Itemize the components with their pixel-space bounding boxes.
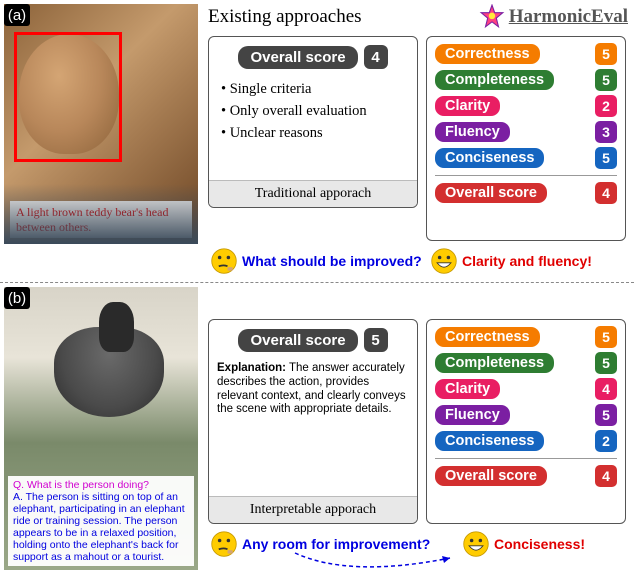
qa-box: Q. What is the person doing? A. The pers… <box>8 476 194 566</box>
criterion-row: Correctness 5 <box>435 326 617 348</box>
criterion-row: Clarity 4 <box>435 378 617 400</box>
panel-tag-b: (b) <box>4 287 30 309</box>
answer-text-a: Clarity and fluency! <box>462 253 592 269</box>
criterion-score: 5 <box>595 69 617 91</box>
bullet-item: Only overall evaluation <box>221 101 405 123</box>
question-text-a: What should be improved? <box>242 253 422 269</box>
criterion-row: Completeness 5 <box>435 352 617 374</box>
bullet-list: Single criteria Only overall evaluation … <box>209 75 417 148</box>
criterion-score: 2 <box>595 95 617 117</box>
criterion-score: 5 <box>595 404 617 426</box>
criterion-label: Correctness <box>435 44 540 64</box>
overall-score: 4 <box>595 182 617 204</box>
interpretable-card: Overall score 5 Explanation: The answer … <box>208 319 418 524</box>
answer-text-b: Conciseness! <box>494 536 585 552</box>
answer-row-a: Clarity and fluency! <box>430 247 592 275</box>
overall-row: Overall score 4 <box>435 182 617 204</box>
grin-icon <box>462 530 490 558</box>
criterion-row: Completeness 5 <box>435 69 617 91</box>
harmonic-card-a: Correctness 5 Completeness 5 Clarity 2 Fluency… <box>426 36 626 241</box>
criterion-row: Conciseness 5 <box>435 147 617 169</box>
criterion-score: 5 <box>595 43 617 65</box>
traditional-footer: Traditional apporach <box>209 180 417 207</box>
harmoniceval-header: HarmonicEval <box>479 4 628 30</box>
explanation-box: Explanation: The answer accurately descr… <box>209 358 417 421</box>
panel-tag-a: (a) <box>4 4 30 26</box>
criterion-label: Fluency <box>435 122 510 142</box>
overall-score: 4 <box>595 465 617 487</box>
overall-label: Overall score <box>435 183 547 203</box>
overall-score: 4 <box>364 45 388 69</box>
criterion-label: Clarity <box>435 96 500 116</box>
criterion-label: Completeness <box>435 70 554 90</box>
criteria-list-b: Correctness 5 Completeness 5 Clarity 4 Fluency… <box>427 320 625 493</box>
thinking-icon <box>210 530 238 558</box>
example-image-b: Q. What is the person doing? A. The pers… <box>4 287 198 570</box>
overall-label: Overall score <box>435 466 547 486</box>
star-icon <box>479 4 505 30</box>
bullet-item: Unclear reasons <box>221 123 405 145</box>
overall-label: Overall score <box>238 329 357 352</box>
criterion-row: Fluency 3 <box>435 121 617 143</box>
criterion-score: 2 <box>595 430 617 452</box>
qa-answer: A. The person is sitting on top of an el… <box>13 491 189 563</box>
bounding-box <box>14 32 122 162</box>
criterion-label: Fluency <box>435 405 510 425</box>
criterion-score: 3 <box>595 121 617 143</box>
overall-label: Overall score <box>238 46 357 69</box>
criterion-label: Conciseness <box>435 431 544 451</box>
overall-row: Overall score 5 <box>209 320 417 358</box>
criterion-score: 4 <box>595 378 617 400</box>
example-image-a: A light brown teddy bear's head between … <box>4 4 198 244</box>
divider <box>435 175 617 176</box>
qa-question: Q. What is the person doing? <box>13 479 189 491</box>
criterion-label: Clarity <box>435 379 500 399</box>
criterion-label: Completeness <box>435 353 554 373</box>
overall-row: Overall score 4 <box>209 37 417 75</box>
existing-approaches-header: Existing approaches <box>208 6 362 28</box>
interpretable-footer: Interpretable apporach <box>209 496 417 523</box>
criterion-label: Correctness <box>435 327 540 347</box>
header-row: Existing approaches HarmonicEval <box>208 2 628 32</box>
criterion-row: Conciseness 2 <box>435 430 617 452</box>
criterion-row: Correctness 5 <box>435 43 617 65</box>
criterion-score: 5 <box>595 147 617 169</box>
panel-b: Q. What is the person doing? A. The pers… <box>0 283 634 574</box>
question-row-a: What should be improved? <box>210 247 422 275</box>
criterion-row: Clarity 2 <box>435 95 617 117</box>
criterion-score: 5 <box>595 326 617 348</box>
criterion-score: 5 <box>595 352 617 374</box>
thinking-icon <box>210 247 238 275</box>
harmonic-card-b: Correctness 5 Completeness 5 Clarity 4 Fluency… <box>426 319 626 524</box>
traditional-card: Overall score 4 Single criteria Only ove… <box>208 36 418 208</box>
overall-row: Overall score 4 <box>435 465 617 487</box>
criterion-label: Conciseness <box>435 148 544 168</box>
bullet-item: Single criteria <box>221 79 405 101</box>
grin-icon <box>430 247 458 275</box>
answer-row-b: Conciseness! <box>462 530 585 558</box>
dashed-arrow <box>290 548 460 572</box>
harmoniceval-title: HarmonicEval <box>509 6 628 28</box>
panel-a: A light brown teddy bear's head between … <box>0 0 634 283</box>
divider <box>435 458 617 459</box>
criteria-list-a: Correctness 5 Completeness 5 Clarity 2 Fluency… <box>427 37 625 210</box>
caption-text-a: A light brown teddy bear's head between … <box>10 201 192 238</box>
overall-score: 5 <box>364 328 388 352</box>
explanation-label: Explanation: <box>217 362 286 374</box>
criterion-row: Fluency 5 <box>435 404 617 426</box>
